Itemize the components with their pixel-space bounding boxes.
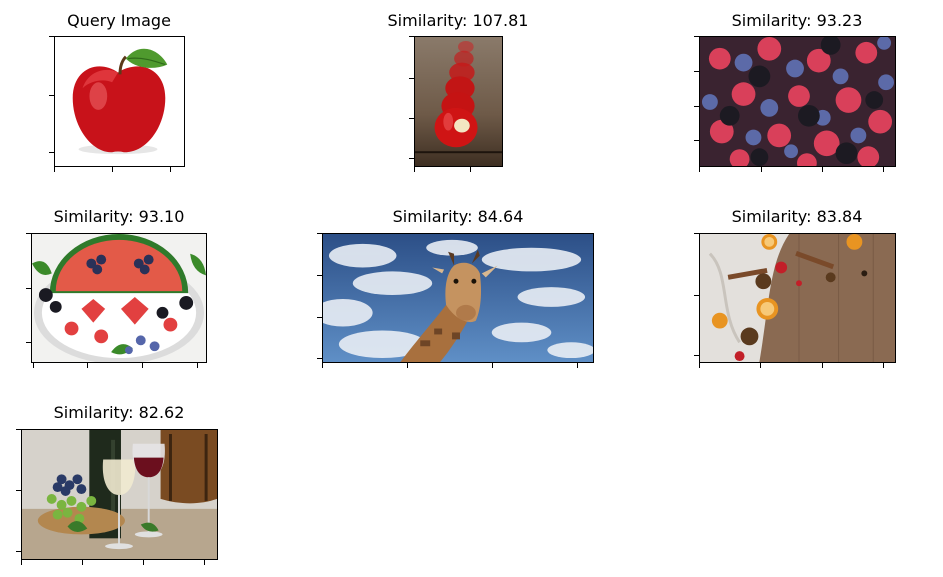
axis-tick-mark [317, 275, 322, 276]
image-watermelon-berry-plate [31, 233, 207, 363]
panel-title-similarity-5: Similarity: 83.84 [731, 207, 863, 226]
axis-tick-mark [694, 106, 699, 107]
axis-tick-mark [492, 363, 493, 368]
axis-tick-mark [761, 167, 762, 172]
image-mixed-berries [699, 36, 896, 167]
image-giraffe-sky [322, 233, 594, 363]
axis-tick-mark [49, 95, 54, 96]
axis-tick-mark [112, 167, 113, 172]
panel-title-query: Query Image [67, 11, 171, 30]
axis-tick-mark [197, 363, 198, 368]
image-red-apple [54, 36, 185, 167]
axis-tick-mark [26, 233, 31, 234]
axis-tick-mark [760, 363, 761, 368]
axis-tick-mark [694, 71, 699, 72]
axis-tick-mark [16, 551, 21, 552]
axis-tick-mark [694, 295, 699, 296]
axis-tick-mark [204, 560, 205, 565]
axis-tick-mark [883, 167, 884, 172]
axis-tick-mark [407, 363, 408, 368]
axis-tick-mark [409, 36, 414, 37]
axis-tick-mark [822, 363, 823, 368]
axis-tick-mark [694, 36, 699, 37]
axis-tick-mark [87, 363, 88, 368]
axis-tick-mark [317, 358, 322, 359]
axis-tick-mark [322, 363, 323, 368]
axis-tick-mark [883, 363, 884, 368]
axis-tick-mark [142, 363, 143, 368]
axis-tick-mark [317, 317, 322, 318]
image-wine-grapes-barrel [21, 429, 218, 560]
axis-tick-mark [694, 140, 699, 141]
axis-tick-mark [82, 560, 83, 565]
axis-tick-mark [699, 167, 700, 172]
axis-tick-mark [694, 355, 699, 356]
axis-tick-mark [577, 363, 578, 368]
axis-tick-mark [54, 167, 55, 172]
axis-tick-mark [49, 36, 54, 37]
panel-title-similarity-1: Similarity: 107.81 [387, 11, 529, 30]
panel-title-similarity-6: Similarity: 82.62 [53, 403, 185, 422]
image-spices-on-wood [699, 233, 896, 363]
axis-tick-mark [317, 233, 322, 234]
axis-tick-mark [33, 363, 34, 368]
panel-title-similarity-2: Similarity: 93.23 [731, 11, 863, 30]
panel-title-similarity-3: Similarity: 93.10 [53, 207, 185, 226]
axis-tick-mark [414, 167, 415, 172]
panel-title-similarity-4: Similarity: 84.64 [392, 207, 524, 226]
axis-tick-mark [49, 152, 54, 153]
axis-tick-mark [470, 167, 471, 172]
axis-tick-mark [409, 158, 414, 159]
axis-tick-mark [822, 167, 823, 172]
axis-tick-mark [26, 342, 31, 343]
axis-tick-mark [16, 490, 21, 491]
axis-tick-mark [699, 363, 700, 368]
axis-tick-mark [21, 560, 22, 565]
axis-tick-mark [143, 560, 144, 565]
image-apples-in-row [414, 36, 503, 167]
axis-tick-mark [409, 78, 414, 79]
axis-tick-mark [409, 118, 414, 119]
axis-tick-mark [694, 233, 699, 234]
axis-tick-mark [170, 167, 171, 172]
axis-tick-mark [26, 288, 31, 289]
axis-tick-mark [16, 429, 21, 430]
